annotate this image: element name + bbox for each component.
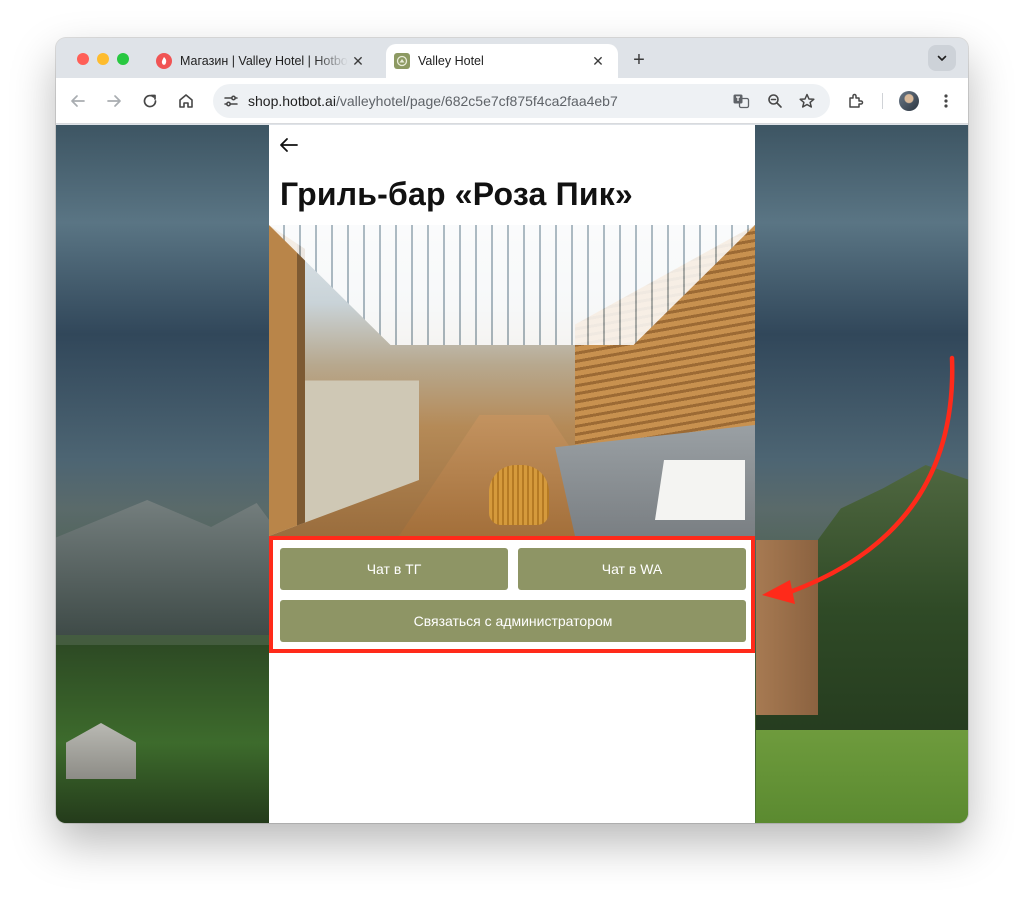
tab-hotbot-shop[interactable]: Магазин | Valley Hotel | Hotbot ✕ <box>144 44 378 78</box>
page-title: Гриль-бар «Роза Пик» <box>280 176 633 212</box>
hotel-building-background <box>756 540 818 715</box>
chat-telegram-button[interactable]: Чат в ТГ <box>280 548 508 590</box>
tab-valley-hotel[interactable]: Valley Hotel ✕ <box>386 44 618 78</box>
zoom-icon[interactable] <box>763 89 787 113</box>
hotbot-icon <box>156 53 172 69</box>
url-path: /valleyhotel/page/682c5e7cf875f4ca2faa4e… <box>335 93 618 109</box>
maximize-window-button[interactable] <box>117 53 129 65</box>
browser-menu-icon[interactable] <box>934 89 958 113</box>
tab-title: Магазин | Valley Hotel | Hotbot <box>180 54 348 68</box>
site-settings-icon[interactable] <box>219 89 243 113</box>
valley-hotel-icon <box>394 53 410 69</box>
contact-buttons-highlight: Чат в ТГ Чат в WA Связаться с администра… <box>269 536 755 653</box>
minimize-window-button[interactable] <box>97 53 109 65</box>
page-viewport: Гриль-бар «Роза Пик» Чат в ТГ Чат в WA С… <box>56 125 968 823</box>
address-bar[interactable]: shop.hotbot.ai/valleyhotel/page/682c5e7c… <box>213 84 830 118</box>
profile-avatar[interactable] <box>899 91 919 111</box>
photo-tables <box>655 460 745 520</box>
tab-search-chevron-icon[interactable] <box>928 45 956 71</box>
reload-icon[interactable] <box>138 89 162 113</box>
extensions-icon[interactable] <box>844 89 868 113</box>
close-tab-icon[interactable]: ✕ <box>588 51 608 71</box>
browser-window: Магазин | Valley Hotel | Hotbot ✕ Valley… <box>56 38 968 823</box>
bookmark-star-icon[interactable] <box>795 89 819 113</box>
forward-nav-icon[interactable] <box>102 89 126 113</box>
toolbar-divider <box>882 93 883 109</box>
close-tab-icon[interactable]: ✕ <box>348 51 368 71</box>
back-arrow-icon[interactable] <box>277 133 301 157</box>
new-tab-icon[interactable]: + <box>626 47 652 73</box>
url-domain: shop.hotbot.ai <box>248 93 336 109</box>
home-icon[interactable] <box>174 89 198 113</box>
browser-toolbar: shop.hotbot.ai/valleyhotel/page/682c5e7c… <box>56 78 968 124</box>
chat-whatsapp-button[interactable]: Чат в WA <box>518 548 746 590</box>
translate-icon[interactable] <box>729 89 753 113</box>
restaurant-photo <box>269 225 755 536</box>
grass-background <box>756 730 968 823</box>
close-window-button[interactable] <box>77 53 89 65</box>
back-nav-icon[interactable] <box>66 89 90 113</box>
photo-chair <box>489 465 549 525</box>
contact-admin-button[interactable]: Связаться с администратором <box>280 600 746 642</box>
url-text: shop.hotbot.ai/valleyhotel/page/682c5e7c… <box>248 93 618 109</box>
tab-title: Valley Hotel <box>418 54 484 68</box>
tab-strip: Магазин | Valley Hotel | Hotbot ✕ Valley… <box>56 38 968 78</box>
content-panel: Гриль-бар «Роза Пик» Чат в ТГ Чат в WA С… <box>269 125 755 823</box>
